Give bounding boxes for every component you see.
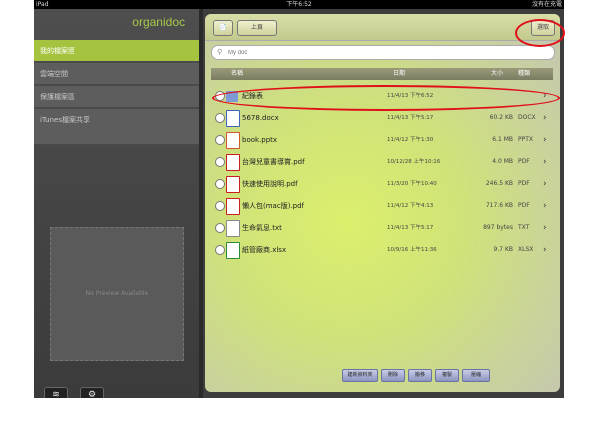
file-size: 9.7 KB — [493, 246, 514, 253]
file-size: 60.2 KB — [489, 114, 513, 121]
file-name: 快速使用說明.pdf — [242, 180, 298, 188]
file-date: 11/4/12 下午1:30 — [387, 137, 434, 143]
header-size[interactable]: 大小 — [491, 68, 503, 80]
chevron-right-icon[interactable]: › — [543, 107, 547, 129]
action-bar: 建新資料夾 刪除 搬移 複製 壓縮 — [205, 364, 560, 384]
battery-status: 沒有在充電 — [531, 1, 562, 8]
search-input[interactable] — [228, 46, 528, 59]
row-select-radio[interactable] — [215, 179, 225, 189]
pane-divider — [199, 9, 203, 398]
file-type: DOCX — [518, 114, 536, 121]
row-select-radio[interactable] — [215, 135, 225, 145]
pdf-icon — [226, 198, 240, 215]
chevron-right-icon[interactable]: › — [543, 129, 547, 151]
sidebar-item-itunes[interactable]: iTunes檔案共享 — [34, 109, 199, 145]
file-type: PDF — [518, 158, 530, 165]
row-select-radio[interactable] — [215, 223, 225, 233]
file-size: 4.0 MB — [492, 158, 513, 165]
file-type: PPTX — [518, 136, 534, 143]
table-row[interactable]: 生命氣息.txt 11/4/13 下午5:17 897 bytes TXT › — [211, 217, 553, 239]
sidebar-item-protected[interactable]: 保護檔案區 — [34, 86, 199, 108]
new-folder-button[interactable]: 建新資料夾 — [342, 369, 378, 382]
chevron-right-icon[interactable]: › — [543, 195, 547, 217]
excel-icon — [226, 242, 240, 259]
row-select-radio[interactable] — [215, 201, 225, 211]
sidebar-item-cloud[interactable]: 雲端空間 — [34, 63, 199, 85]
row-select-radio[interactable] — [215, 113, 225, 123]
chevron-right-icon[interactable]: › — [543, 173, 547, 195]
file-name: 懶人包(mac版).pdf — [242, 202, 304, 210]
compress-button[interactable]: 壓縮 — [462, 369, 490, 382]
file-name: 5678.docx — [242, 114, 279, 122]
settings-button[interactable]: ⚙ — [80, 387, 104, 398]
delete-button[interactable]: 刪除 — [381, 369, 405, 382]
file-date: 11/4/12 下午4:13 — [387, 203, 434, 209]
file-browser: 📄 上頁 選取 ⚲ 名稱 日期 大小 種類 紀錄表 11/4/13 下午6:52… — [205, 14, 560, 392]
file-size: 6.1 MB — [492, 136, 513, 143]
copy-button[interactable]: 複製 — [435, 369, 459, 382]
row-select-radio[interactable] — [215, 157, 225, 167]
file-name: book.pptx — [242, 136, 278, 144]
document-icon-button[interactable]: 📄 — [213, 20, 233, 36]
sidebar: organidoc 我的檔案匣 雲端空間 保護檔案區 iTunes檔案共享 No… — [34, 9, 199, 398]
file-type: XLSX — [518, 246, 534, 253]
file-date: 10/12/28 上午10:16 — [387, 159, 441, 165]
file-size: 246.5 KB — [485, 180, 513, 187]
move-button[interactable]: 搬移 — [408, 369, 432, 382]
app-logo: organidoc — [132, 15, 185, 29]
table-row[interactable]: 台灣兒童書導賞.pdf 10/12/28 上午10:16 4.0 MB PDF … — [211, 151, 553, 173]
wifi-icon: ≋ — [52, 390, 60, 398]
table-row[interactable]: 快速使用說明.pdf 11/3/20 下午10:40 246.5 KB PDF … — [211, 173, 553, 195]
header-name[interactable]: 名稱 — [231, 68, 243, 80]
file-type: TXT — [518, 224, 530, 231]
search-icon: ⚲ — [217, 48, 223, 56]
wifi-button[interactable]: ≋ — [44, 387, 68, 398]
search-bar[interactable]: ⚲ — [211, 45, 555, 60]
word-icon — [226, 110, 240, 127]
table-header: 名稱 日期 大小 種類 — [211, 68, 553, 80]
text-file-icon — [226, 220, 240, 237]
table-row[interactable]: book.pptx 11/4/12 下午1:30 6.1 MB PPTX › — [211, 129, 553, 151]
pdf-icon — [226, 176, 240, 193]
highlight-first-row — [212, 85, 560, 111]
file-date: 10/9/16 上午11:36 — [387, 247, 437, 253]
file-name: 生命氣息.txt — [242, 224, 282, 232]
file-date: 11/3/20 下午10:40 — [387, 181, 437, 187]
sidebar-item-my-files[interactable]: 我的檔案匣 — [34, 40, 199, 62]
file-type: PDF — [518, 180, 530, 187]
file-size: 897 bytes — [483, 224, 513, 231]
header-date[interactable]: 日期 — [393, 68, 405, 80]
status-bar: iPad 下午6:52 沒有在充電 — [34, 0, 564, 9]
breadcrumb-button[interactable]: 上頁 — [237, 20, 277, 36]
highlight-select-button — [515, 19, 565, 47]
chevron-right-icon[interactable]: › — [543, 239, 547, 261]
table-row[interactable]: 紙管廠商.xlsx 10/9/16 上午11:36 9.7 KB XLSX › — [211, 239, 553, 261]
file-size: 717.6 KB — [485, 202, 513, 209]
toolbar: 📄 上頁 選取 — [205, 14, 560, 41]
header-type[interactable]: 種類 — [518, 68, 530, 80]
row-select-radio[interactable] — [215, 245, 225, 255]
powerpoint-icon — [226, 132, 240, 149]
ipad-screen: iPad 下午6:52 沒有在充電 organidoc 我的檔案匣 雲端空間 保… — [34, 0, 564, 398]
file-type: PDF — [518, 202, 530, 209]
clock: 下午6:52 — [286, 1, 312, 8]
file-preview: No Preview Available — [50, 227, 184, 361]
file-date: 11/4/13 下午5:17 — [387, 225, 434, 231]
gear-icon: ⚙ — [87, 390, 97, 398]
table-row[interactable]: 懶人包(mac版).pdf 11/4/12 下午4:13 717.6 KB PD… — [211, 195, 553, 217]
chevron-right-icon[interactable]: › — [543, 217, 547, 239]
file-name: 紙管廠商.xlsx — [242, 246, 287, 254]
file-name: 台灣兒童書導賞.pdf — [242, 158, 305, 166]
chevron-right-icon[interactable]: › — [543, 151, 547, 173]
pdf-icon — [226, 154, 240, 171]
